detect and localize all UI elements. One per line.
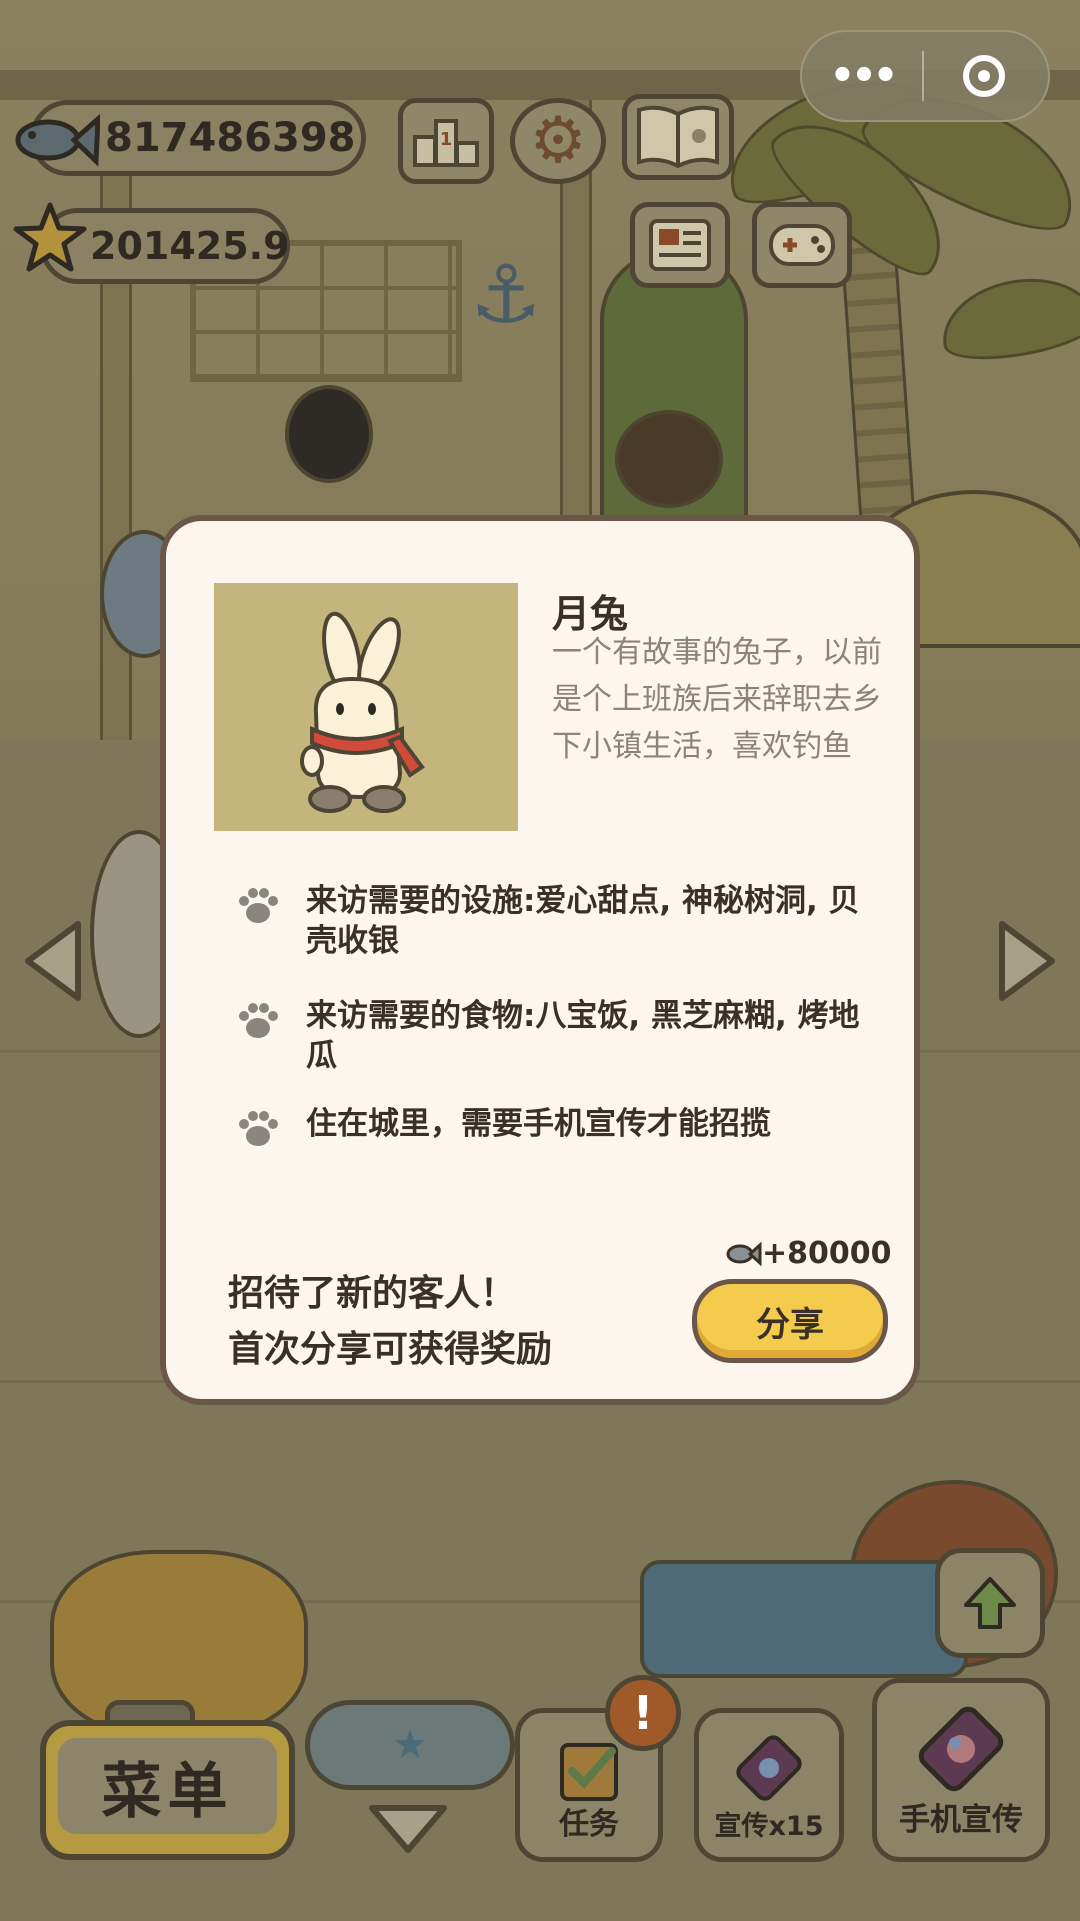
- share-prompt-line1: 招待了新的客人！: [228, 1273, 517, 1314]
- anchor-icon: ⚓: [470, 248, 542, 341]
- paw-icon: [236, 996, 306, 1076]
- share-reward: +80000: [724, 1236, 892, 1271]
- requirement-item: 住在城里，需要手机宣传才能招揽: [236, 1104, 876, 1152]
- tray-toggle-button[interactable]: [366, 1800, 450, 1860]
- phone-promo-icon: [736, 1735, 802, 1801]
- new-customer-card: 月兔 一个有故事的兔子，以前是个上班族后来辞职去乡下小镇生活，喜欢钓鱼 来访需要…: [160, 515, 920, 1405]
- settings-gear-icon: ⚙: [529, 104, 587, 178]
- star-icon: ★: [392, 1722, 428, 1768]
- leaderboard-icon: 1: [413, 119, 479, 167]
- share-prompt-line2: 首次分享可获得奖励: [228, 1329, 553, 1370]
- paw-book-icon: [637, 105, 719, 169]
- reward-amount: +80000: [762, 1236, 892, 1271]
- paw-book-button[interactable]: [622, 94, 734, 180]
- star-icon: [12, 200, 88, 276]
- minigame-button[interactable]: [752, 202, 852, 288]
- requirement-text: 来访需要的食物:八宝饭, 黑芝麻糊, 烤地瓜: [306, 998, 860, 1074]
- fish-icon: [10, 100, 100, 180]
- share-button[interactable]: 分享: [692, 1279, 888, 1363]
- upgrade-button[interactable]: [935, 1548, 1045, 1658]
- arrow-left-icon: [25, 921, 81, 1001]
- more-options-button[interactable]: •••: [802, 53, 922, 99]
- requirement-text: 住在城里，需要手机宣传才能招揽: [306, 1106, 771, 1142]
- decoration-tray[interactable]: ★: [305, 1700, 515, 1790]
- previous-arrow-button[interactable]: [20, 918, 86, 1004]
- fish-count: 817486398: [105, 115, 356, 161]
- promotion-button[interactable]: 宣传x15: [694, 1708, 844, 1862]
- dog-customer: [615, 410, 723, 508]
- task-alert-badge: !: [605, 1675, 681, 1751]
- star-count: 201425.9: [90, 224, 290, 268]
- customer-description: 一个有故事的兔子，以前是个上班族后来辞职去乡下小镇生活，喜欢钓鱼: [552, 635, 882, 764]
- promotion-label: 宣传x15: [714, 1811, 824, 1842]
- phone-promo-icon: [918, 1706, 1004, 1792]
- customer-portrait: [214, 583, 518, 831]
- paw-icon: [236, 881, 306, 961]
- svg-text:1: 1: [440, 129, 453, 150]
- requirement-text: 来访需要的设施:爱心甜点, 神秘树洞, 贝壳收银: [306, 883, 860, 959]
- requirement-item: 来访需要的设施:爱心甜点, 神秘树洞, 贝壳收银: [236, 881, 876, 961]
- gamepad-icon: [769, 224, 835, 266]
- fish-icon: [726, 1241, 762, 1266]
- arrow-right-icon: [999, 921, 1055, 1001]
- menu-label: 菜单: [58, 1738, 277, 1834]
- counter-table: [640, 1560, 968, 1678]
- paw-icon: [236, 1104, 306, 1152]
- tasks-label: 任务: [559, 1807, 619, 1842]
- share-prompt: 招待了新的客人！ 首次分享可获得奖励: [228, 1266, 552, 1378]
- moon-rabbit-illustration: [300, 611, 425, 813]
- mini-program-capsule: •••: [800, 30, 1050, 122]
- close-mini-program-button[interactable]: [924, 55, 1044, 97]
- settings-button[interactable]: ⚙: [510, 98, 606, 184]
- black-cat-customer: [285, 385, 373, 483]
- phone-promotion-label: 手机宣传: [899, 1802, 1023, 1838]
- checklist-icon: [560, 1743, 618, 1801]
- phone-promotion-button[interactable]: 手机宣传: [872, 1678, 1050, 1862]
- requirement-item: 来访需要的食物:八宝饭, 黑芝麻糊, 烤地瓜: [236, 996, 876, 1076]
- newspaper-button[interactable]: [630, 202, 730, 288]
- target-icon: [963, 55, 1005, 97]
- menu-button[interactable]: 菜单: [40, 1720, 295, 1860]
- chevron-down-icon: [369, 1805, 447, 1853]
- next-arrow-button[interactable]: [994, 918, 1060, 1004]
- leaderboard-button[interactable]: 1: [398, 98, 494, 184]
- up-arrow-icon: [964, 1577, 1016, 1629]
- newspaper-icon: [649, 219, 711, 271]
